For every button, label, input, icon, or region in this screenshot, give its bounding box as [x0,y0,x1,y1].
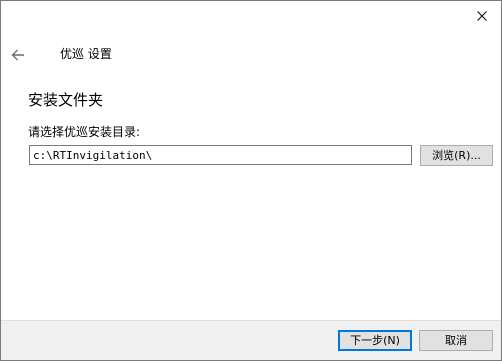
setup-window: 优巡 设置 安装文件夹 请选择优巡安装目录: 浏览(R)... 下一步(N) 取… [0,0,502,361]
page-title: 优巡 设置 [60,47,112,61]
close-icon [477,11,487,21]
back-arrow-icon [11,49,24,61]
close-button[interactable] [467,5,497,27]
next-button[interactable]: 下一步(N) [338,330,412,351]
install-path-label: 请选择优巡安装目录: [28,125,141,139]
cancel-button[interactable]: 取消 [419,330,493,351]
install-path-input[interactable] [29,145,412,165]
browse-button[interactable]: 浏览(R)... [420,145,493,166]
back-button[interactable] [7,45,29,65]
section-heading: 安装文件夹 [28,91,104,109]
